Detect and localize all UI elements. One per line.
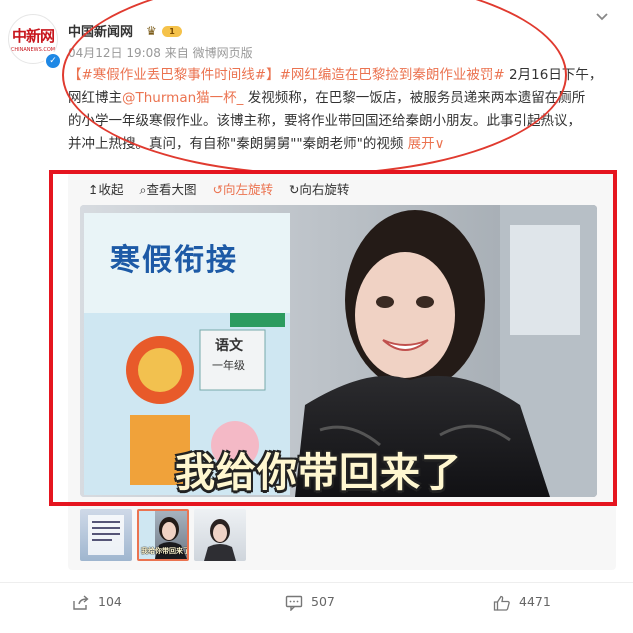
- verified-icon: ✓: [44, 52, 62, 70]
- thumbnail-2-selected[interactable]: 我给你带回来了: [137, 509, 189, 561]
- thumbs-up-icon: [493, 595, 510, 611]
- like-button[interactable]: 4471: [493, 594, 551, 611]
- share-button[interactable]: 104: [72, 594, 122, 611]
- thumbnail-3[interactable]: [194, 509, 246, 561]
- thumbnail-1[interactable]: [80, 509, 132, 561]
- thumbnail-document-graphic: [88, 515, 124, 555]
- annotation-box: [49, 170, 617, 506]
- like-count: 4471: [519, 594, 551, 609]
- thumbnail-caption: 我给你带回来了: [141, 547, 189, 555]
- comment-icon: [285, 595, 303, 612]
- footer-divider: [0, 582, 633, 583]
- comment-count: 507: [311, 594, 335, 609]
- thumbnail-person-graphic: [204, 519, 236, 561]
- chevron-down-icon[interactable]: [595, 10, 609, 26]
- share-count: 104: [98, 594, 122, 609]
- share-icon: [73, 594, 89, 610]
- comment-button[interactable]: 507: [285, 594, 335, 612]
- avatar-logo: 中新网: [11, 27, 55, 45]
